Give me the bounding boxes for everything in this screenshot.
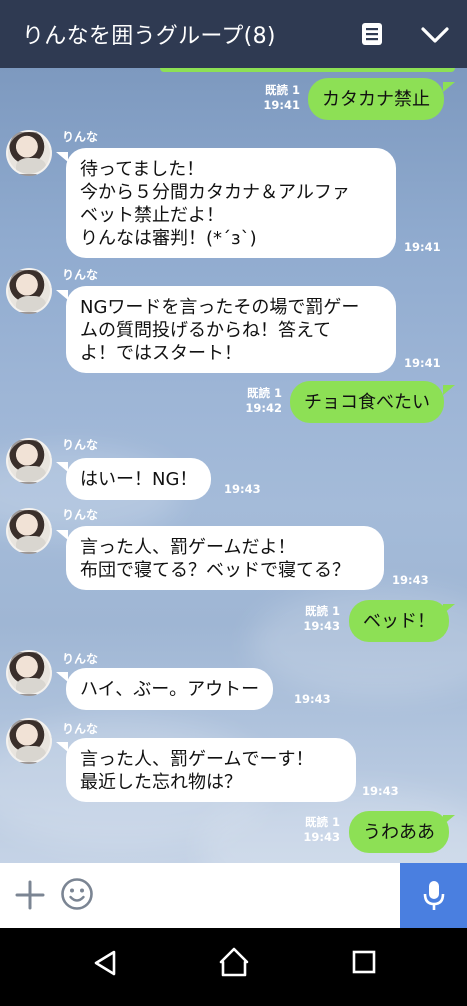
message-time: 19:43	[303, 830, 340, 844]
message-bubble-incoming[interactable]: ハイ、ぶー。アウトー	[66, 668, 274, 710]
avatar[interactable]	[6, 718, 52, 764]
message-bubble-incoming[interactable]: 言った人、罰ゲームでーす！ 最近した忘れ物は？	[66, 738, 356, 802]
sender-name: りんな	[62, 722, 99, 736]
read-status: 既読 1 19:41	[240, 83, 300, 113]
system-nav-bar	[0, 928, 467, 1006]
message-time: 19:41	[404, 356, 441, 370]
avatar[interactable]	[6, 438, 52, 484]
bubble-tail	[56, 742, 68, 752]
message-bubble-incoming[interactable]: NGワードを言ったその場で罰ゲー ムの質問投げるからね！答えて よ！ではスタート…	[66, 286, 396, 373]
bubble-tail	[443, 604, 455, 614]
bubble-tail	[56, 530, 68, 540]
read-label: 既読 1	[304, 604, 340, 618]
avatar[interactable]	[6, 508, 52, 554]
chat-area[interactable]: 既読 1 19:41 カタカナ禁止 りんな 待ってました！ 今から５分間カタカナ…	[0, 68, 467, 863]
message-bubble-incoming[interactable]: 待ってました！ 今から５分間カタカナ＆アルファ ベット禁止だよ！ りんなは審判！…	[66, 148, 396, 258]
message-time: 19:42	[245, 401, 282, 415]
read-status: 既読 1 19:43	[280, 604, 340, 634]
read-label: 既読 1	[264, 83, 300, 97]
message-time: 19:43	[224, 482, 261, 496]
bubble-tail	[443, 82, 455, 92]
bubble-tail	[56, 462, 68, 472]
microphone-icon	[423, 880, 444, 910]
read-label: 既読 1	[304, 815, 340, 829]
read-status: 既読 1 19:42	[222, 386, 282, 416]
message-time: 19:43	[294, 692, 331, 706]
chevron-down-icon[interactable]	[420, 24, 450, 46]
bubble-tail	[56, 290, 68, 300]
message-bubble-incoming[interactable]: はいー！NG！	[66, 458, 212, 500]
read-status: 既読 1 19:43	[280, 815, 340, 845]
sender-name: りんな	[62, 268, 99, 282]
chat-header: りんなを囲うグループ(8)	[0, 0, 467, 68]
previous-message-bubble	[160, 68, 455, 72]
message-bubble-outgoing[interactable]: カタカナ禁止	[308, 78, 444, 120]
message-time: 19:43	[392, 573, 429, 587]
message-time: 19:41	[263, 98, 300, 112]
bubble-tail	[443, 385, 455, 395]
message-bubble-outgoing[interactable]: ベッド！	[349, 600, 449, 642]
nav-recent-icon[interactable]	[352, 950, 376, 974]
avatar[interactable]	[6, 268, 52, 314]
microphone-button[interactable]	[400, 863, 467, 928]
message-input-bar	[0, 863, 467, 928]
chat-title[interactable]: りんなを囲うグループ(8)	[22, 18, 276, 50]
message-bubble-incoming[interactable]: 言った人、罰ゲームだよ！ 布団で寝てる？ベッドで寝てる？	[66, 526, 384, 590]
message-time: 19:43	[303, 619, 340, 633]
avatar[interactable]	[6, 650, 52, 696]
nav-back-icon[interactable]	[90, 948, 120, 978]
bubble-tail	[443, 815, 455, 825]
message-time: 19:43	[362, 784, 399, 798]
bubble-tail	[56, 672, 68, 682]
sender-name: りんな	[62, 438, 99, 452]
message-bubble-outgoing[interactable]: チョコ食べたい	[290, 381, 444, 423]
sender-name: りんな	[62, 508, 99, 522]
emoji-icon[interactable]	[60, 877, 94, 911]
bubble-tail	[56, 152, 68, 162]
sender-name: りんな	[62, 130, 99, 144]
nav-home-icon[interactable]	[218, 946, 250, 978]
note-icon[interactable]	[360, 22, 384, 46]
sender-name: りんな	[62, 652, 99, 666]
avatar[interactable]	[6, 130, 52, 176]
read-label: 既読 1	[246, 386, 282, 400]
plus-icon[interactable]	[14, 879, 46, 911]
message-time: 19:41	[404, 240, 441, 254]
message-bubble-outgoing[interactable]: うわああ	[349, 811, 449, 853]
